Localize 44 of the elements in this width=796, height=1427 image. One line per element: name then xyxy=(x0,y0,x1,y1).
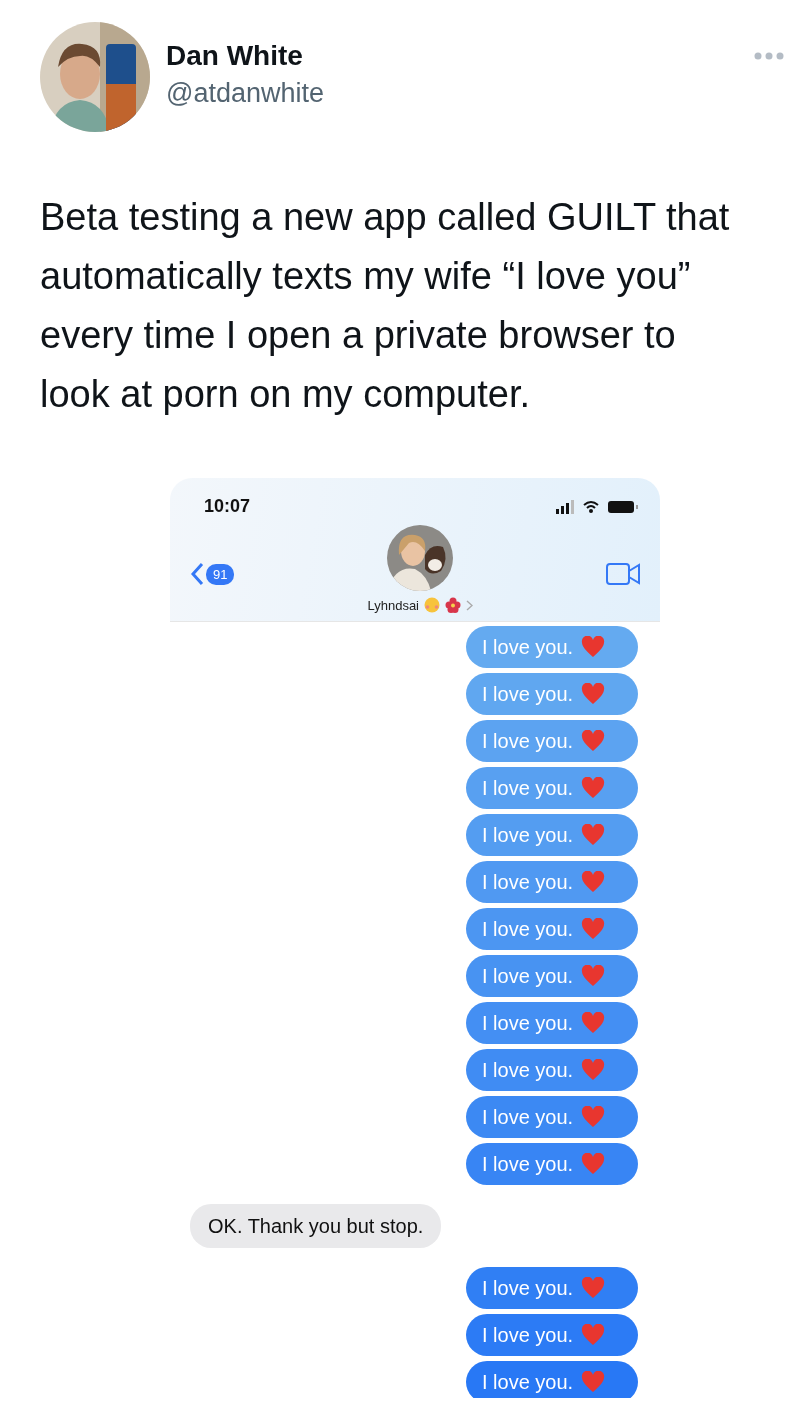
heart-icon xyxy=(581,1012,606,1034)
heart-icon xyxy=(581,1371,606,1393)
chevron-right-icon xyxy=(466,599,473,611)
sent-message-bubble: I love you. xyxy=(466,767,638,809)
sent-message-bubble: I love you. xyxy=(466,1002,638,1044)
unread-count: 91 xyxy=(206,563,235,585)
sent-message-bubble: I love you. xyxy=(466,1096,638,1138)
sent-message-bubble: I love you. xyxy=(466,720,638,762)
author-name[interactable]: Dan White xyxy=(166,40,738,72)
status-time: 10:07 xyxy=(204,496,251,517)
sent-message-bubble: I love you. xyxy=(466,955,638,997)
sent-message-bubble: I love you. xyxy=(466,1314,638,1356)
sent-message-bubble: I love you. xyxy=(466,814,638,856)
heart-icon xyxy=(581,730,606,752)
sent-message-bubble: I love you. xyxy=(466,1143,638,1185)
heart-icon xyxy=(581,1324,606,1346)
heart-icon xyxy=(581,824,606,846)
author-handle[interactable]: @atdanwhite xyxy=(166,78,738,109)
sent-message-bubble: I love you. xyxy=(466,626,638,668)
sent-message-bubble: I love you. xyxy=(466,1049,638,1091)
flower-emoji-icon xyxy=(445,597,461,613)
video-call-icon[interactable] xyxy=(606,563,640,585)
heart-icon xyxy=(581,777,606,799)
sent-message-bubble: I love you. xyxy=(466,861,638,903)
contact-name[interactable]: Lyhndsai xyxy=(367,597,419,613)
tweet-text: Beta testing a new app called GUILT that automatically texts my wife “I love you” every time I open a private browser to look at porn on my computer. xyxy=(40,195,731,417)
heart-icon xyxy=(581,1059,606,1081)
heart-icon xyxy=(581,871,606,893)
sent-message-bubble: I love you. xyxy=(466,673,638,715)
back-button[interactable]: 91 xyxy=(190,562,235,586)
heart-icon xyxy=(581,1277,606,1299)
heart-icon xyxy=(581,636,606,658)
sent-message-bubble: I love you. xyxy=(466,908,638,950)
heart-icon xyxy=(581,1153,606,1175)
received-message-bubble: OK. Thank you but stop. xyxy=(190,1204,442,1248)
sent-message-bubble: I love you. xyxy=(466,1267,638,1309)
heart-icon xyxy=(581,965,606,987)
sent-message-bubble: I love you. xyxy=(466,1361,638,1398)
smiley-emoji-icon xyxy=(424,597,440,613)
heart-icon xyxy=(581,1106,606,1128)
heart-icon xyxy=(581,683,606,705)
more-icon[interactable] xyxy=(754,52,784,60)
heart-icon xyxy=(581,918,606,940)
back-chevron-icon xyxy=(190,562,204,586)
